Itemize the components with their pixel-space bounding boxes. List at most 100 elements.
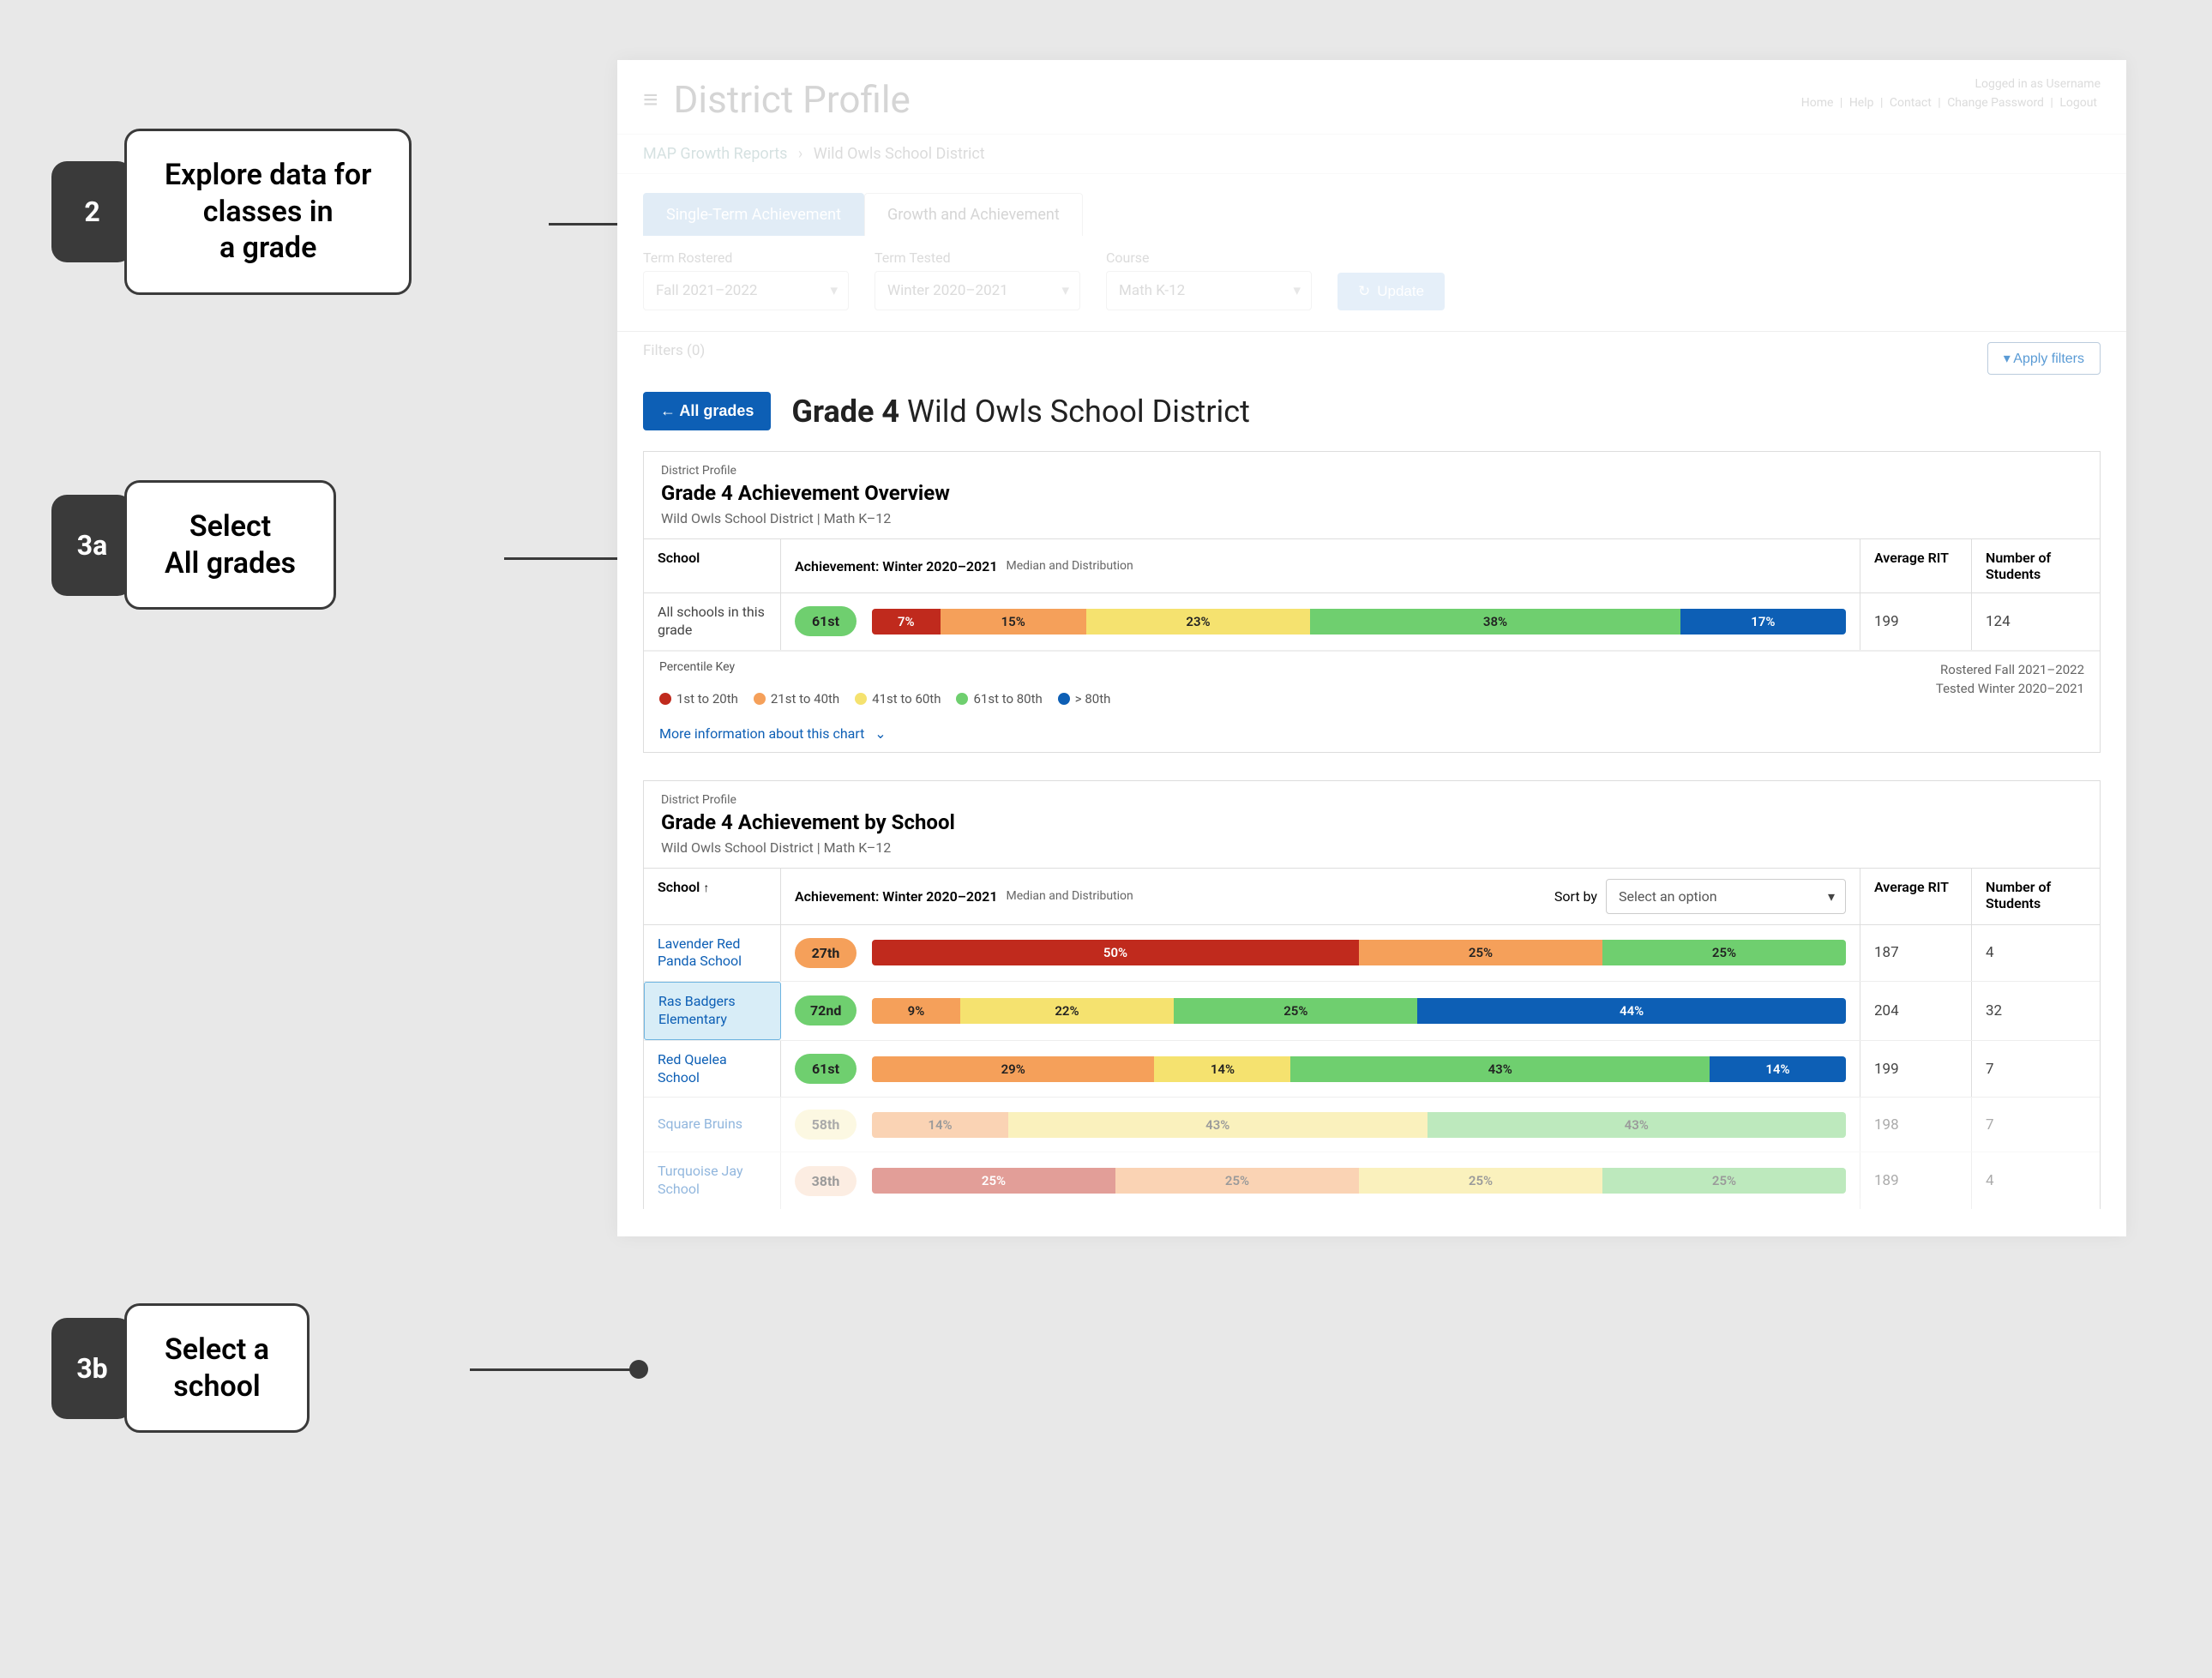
median-pill: 58th <box>795 1110 857 1140</box>
rit-value: 204 <box>1860 982 1971 1040</box>
all-grades-label: All grades <box>679 402 754 419</box>
chevron-down-icon: ⌄ <box>875 725 886 742</box>
header: ≡ District Profile Logged in as Username… <box>617 60 2126 134</box>
school-row: Red Quelea School 61st 29% 14% 43% 14% 1… <box>644 1041 2100 1098</box>
median-pill: 27th <box>795 938 857 968</box>
col-header-school-2[interactable]: School↑ <box>644 869 781 924</box>
callout-2-badge: 2 <box>51 161 133 262</box>
select-course[interactable]: Math K-12 <box>1106 271 1312 310</box>
callout-3a-badge: 3a <box>51 495 133 596</box>
caret-down-icon: ▾ <box>2004 352 2011 366</box>
rit-value: 187 <box>1860 925 1971 982</box>
seg-red: 50% <box>872 940 1359 965</box>
school-link[interactable]: Square Bruins <box>644 1098 781 1152</box>
link-logout[interactable]: Logout <box>2056 96 2101 110</box>
seg-blue: 14% <box>1710 1056 1846 1082</box>
school-link-selected[interactable]: Ras Badgers Elementary <box>644 982 781 1040</box>
overview-dist-bar: 7% 15% 23% 38% 17% <box>872 609 1846 635</box>
rit-value: 199 <box>1860 1041 1971 1098</box>
hamburger-icon[interactable]: ≡ <box>643 85 658 115</box>
pkey-5: > 80th <box>1075 691 1111 707</box>
breadcrumb: MAP Growth Reports › Wild Owls School Di… <box>617 134 2126 174</box>
tested-note: Tested Winter 2020–2021 <box>1936 679 2084 699</box>
seg-yellow: 43% <box>1008 1112 1427 1138</box>
by-school-panel: District Profile Grade 4 Achievement by … <box>643 780 2101 1209</box>
seg-orange: 9% <box>872 998 959 1024</box>
seg-orange: 29% <box>872 1056 1154 1082</box>
breadcrumb-link[interactable]: MAP Growth Reports <box>643 145 787 163</box>
select-term-tested[interactable]: Winter 2020–2021 <box>875 271 1080 310</box>
callout-2-label: Explore data for classes in a grade <box>124 129 412 295</box>
rit-value: 198 <box>1860 1098 1971 1152</box>
percentile-key: Percentile Key 1st to 20th 21st to 40th … <box>644 651 2100 715</box>
pkey-4: 61st to 80th <box>973 691 1042 707</box>
chevron-right-icon: › <box>798 145 802 163</box>
filters-line: Filters (0) ▾ Apply filters <box>617 331 2126 385</box>
seg-green: 43% <box>1428 1112 1846 1138</box>
overview-title: Grade 4 Achievement Overview <box>661 481 2083 505</box>
dist-bar: 9% 22% 25% 44% <box>872 998 1846 1024</box>
school-link[interactable]: Lavender Red Panda School <box>644 925 781 982</box>
more-info-toggle[interactable]: More information about this chart ⌄ <box>644 715 2100 752</box>
pkey-1: 1st to 20th <box>676 691 738 707</box>
rit-value: 189 <box>1860 1152 1971 1209</box>
overview-num: 124 <box>1971 593 2100 650</box>
overview-eyebrow: District Profile <box>661 464 2083 478</box>
apply-filters-button[interactable]: ▾ Apply filters <box>1987 342 2101 375</box>
seg-blue: 44% <box>1417 998 1846 1024</box>
rostered-note: Rostered Fall 2021–2022 <box>1936 660 2084 680</box>
dist-bar: 25% 25% 25% 25% <box>872 1168 1846 1194</box>
pkey-title: Percentile Key <box>659 660 1202 674</box>
pkey-3: 41st to 60th <box>872 691 941 707</box>
sort-asc-icon: ↑ <box>703 881 709 895</box>
seg-green: 25% <box>1602 940 1846 965</box>
filters-count: (0) <box>687 342 705 359</box>
seg-green: 25% <box>1602 1168 1846 1194</box>
update-button-label: Update <box>1377 283 1424 300</box>
callout-3b-endpoint <box>629 1360 648 1379</box>
link-help[interactable]: Help <box>1846 96 1878 110</box>
link-home[interactable]: Home <box>1798 96 1837 110</box>
byschool-sub: Wild Owls School District | Math K–12 <box>661 839 2083 856</box>
link-contact[interactable]: Contact <box>1886 96 1935 110</box>
seg-orange: 15% <box>941 609 1086 635</box>
swatch-blue <box>1058 693 1070 705</box>
apply-filters-label: Apply filters <box>2013 352 2084 366</box>
callout-3b-connector <box>470 1368 634 1371</box>
tabs: Single-Term Achievement Growth and Achie… <box>617 174 2126 236</box>
seg-yellow: 22% <box>960 998 1175 1024</box>
callout-3a-label: Select All grades <box>124 480 336 610</box>
school-link[interactable]: Turquoise Jay School <box>644 1152 781 1209</box>
school-link[interactable]: Red Quelea School <box>644 1041 781 1098</box>
col-header-achieve-2: Achievement: Winter 2020–2021 <box>795 888 997 905</box>
overview-rit: 199 <box>1860 593 1971 650</box>
col-header-achieve-sub-2: Median and Distribution <box>1006 889 1133 903</box>
num-value: 7 <box>1971 1098 2100 1152</box>
all-grades-button[interactable]: ← All grades <box>643 392 771 430</box>
col-header-achieve: Achievement: Winter 2020–2021 <box>795 558 997 574</box>
select-term-rostered[interactable]: Fall 2021–2022 <box>643 271 849 310</box>
seg-green: 38% <box>1310 609 1680 635</box>
school-row: Square Bruins 58th 14% 43% 43% 198 7 <box>644 1098 2100 1152</box>
tab-single-term[interactable]: Single-Term Achievement <box>643 193 864 236</box>
breadcrumb-current: Wild Owls School District <box>814 145 985 163</box>
byschool-title: Grade 4 Achievement by School <box>661 810 2083 834</box>
label-course: Course <box>1106 250 1312 266</box>
update-button[interactable]: ↻ Update <box>1337 273 1445 310</box>
link-change-password[interactable]: Change Password <box>1944 96 2047 110</box>
col-header-num-2: Number of Students <box>1971 869 2100 924</box>
num-value: 7 <box>1971 1041 2100 1098</box>
byschool-table-header: School↑ Achievement: Winter 2020–2021 Me… <box>644 869 2100 925</box>
median-pill: 72nd <box>795 995 857 1025</box>
overview-median-pill: 61st <box>795 606 857 636</box>
seg-blue: 17% <box>1680 609 1846 635</box>
filters-row: Term Rostered Fall 2021–2022 Term Tested… <box>617 236 2126 331</box>
grade-title-district: Wild Owls School District <box>907 394 1250 430</box>
refresh-icon: ↻ <box>1358 283 1370 300</box>
callout-3a-connector <box>504 557 633 560</box>
header-links: Home | Help | Contact | Change Password … <box>1798 96 2101 110</box>
label-term-rostered: Term Rostered <box>643 250 849 266</box>
sortby-select[interactable]: Select an option <box>1606 879 1846 914</box>
seg-orange: 25% <box>1115 1168 1359 1194</box>
tab-growth[interactable]: Growth and Achievement <box>864 193 1083 236</box>
